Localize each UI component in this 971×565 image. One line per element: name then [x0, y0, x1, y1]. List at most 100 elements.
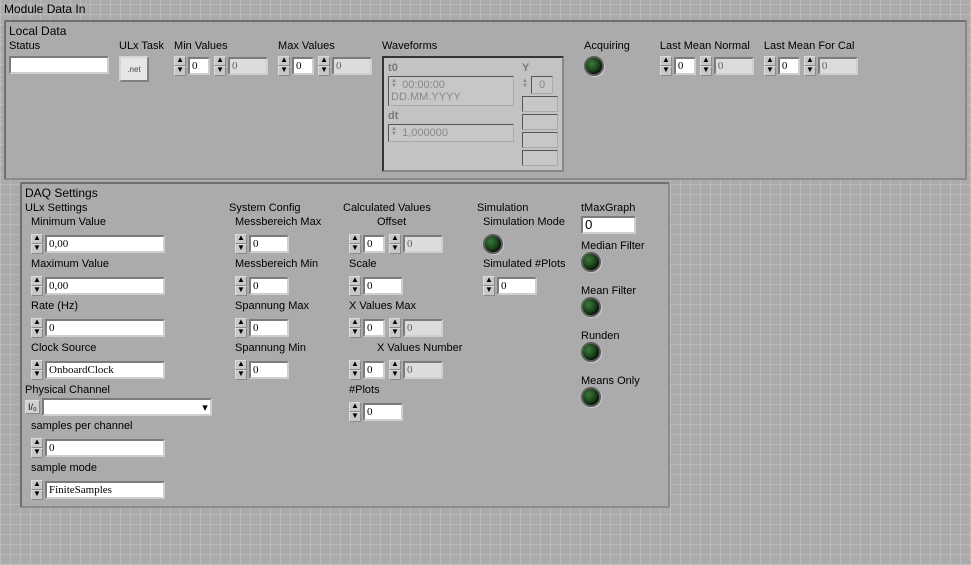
status-field[interactable]	[9, 56, 109, 74]
max-values-value[interactable]: ▲▼	[318, 56, 372, 76]
samples-per-channel-input[interactable]	[45, 439, 165, 457]
x-values-max-index[interactable]: ▲▼	[349, 318, 385, 338]
min-value-input[interactable]	[45, 235, 165, 253]
x-values-number-index-input[interactable]	[363, 361, 385, 379]
clock-source-label: Clock Source	[31, 342, 225, 354]
max-value-label: Maximum Value	[31, 258, 225, 270]
scale-field[interactable]: ▲▼	[349, 276, 473, 296]
median-filter-led[interactable]	[581, 252, 601, 272]
plots-label: #Plots	[349, 384, 473, 396]
min-value-field[interactable]: ▲▼	[31, 234, 225, 254]
y-value-3[interactable]	[522, 132, 558, 148]
median-filter-label: Median Filter	[581, 240, 645, 252]
chevron-down-icon: ▾	[202, 401, 208, 414]
min-values-index-input[interactable]	[188, 57, 210, 75]
messbereich-max-label: Messbereich Max	[235, 216, 339, 228]
sample-mode-field[interactable]: ▲▼	[31, 480, 225, 500]
messbereich-min-field[interactable]: ▲▼	[235, 276, 339, 296]
acquiring-label: Acquiring	[584, 40, 630, 52]
module-title: Module Data In	[0, 0, 971, 18]
spannung-max-input[interactable]	[249, 319, 289, 337]
x-values-number-value-input[interactable]	[403, 361, 443, 379]
simulation-mode-led[interactable]	[483, 234, 503, 254]
physical-channel-field[interactable]: I/₀ ▾	[25, 398, 225, 416]
max-value-input[interactable]	[45, 277, 165, 295]
messbereich-max-input[interactable]	[249, 235, 289, 253]
y-value-2[interactable]	[522, 114, 558, 130]
x-values-max-label: X Values Max	[349, 300, 473, 312]
simulation-mode-label: Simulation Mode	[483, 216, 577, 228]
min-values-value[interactable]: ▲▼	[214, 56, 268, 76]
mean-filter-led[interactable]	[581, 297, 601, 317]
offset-label: Offset	[349, 216, 473, 228]
x-values-number-index[interactable]: ▲▼	[349, 360, 385, 380]
messbereich-min-label: Messbereich Min	[235, 258, 339, 270]
messbereich-min-input[interactable]	[249, 277, 289, 295]
offset-index[interactable]: ▲▼	[349, 234, 385, 254]
last-mean-normal-index-input[interactable]	[674, 57, 696, 75]
messbereich-max-field[interactable]: ▲▼	[235, 234, 339, 254]
last-mean-cal-label: Last Mean For Cal	[764, 40, 858, 52]
waveforms-cluster: t0 ▲▼ 00:00:00 DD.MM.YYYY dt ▲▼ 1,000000	[382, 56, 564, 172]
samples-per-channel-label: samples per channel	[31, 420, 225, 432]
clock-source-input[interactable]	[45, 361, 165, 379]
local-data-frame: Local Data Status ULx Task .net Min Valu…	[4, 20, 967, 180]
runden-label: Runden	[581, 330, 620, 342]
means-only-led[interactable]	[581, 387, 601, 407]
ulx-task-label: ULx Task	[119, 40, 164, 52]
x-values-number-label: X Values Number	[349, 342, 473, 354]
sample-mode-input[interactable]	[45, 481, 165, 499]
max-values-index-input[interactable]	[292, 57, 314, 75]
rate-input[interactable]	[45, 319, 165, 337]
y-label: Y	[522, 62, 529, 74]
scale-input[interactable]	[363, 277, 403, 295]
acquiring-led	[584, 56, 604, 76]
plots-input[interactable]	[363, 403, 403, 421]
runden-led[interactable]	[581, 342, 601, 362]
scale-label: Scale	[349, 258, 473, 270]
dotnet-icon[interactable]: .net	[119, 56, 149, 82]
last-mean-cal-value[interactable]: ▲▼	[804, 56, 858, 76]
system-config-caption: System Config	[229, 202, 339, 214]
x-values-max-value-input[interactable]	[403, 319, 443, 337]
samples-per-channel-field[interactable]: ▲▼	[31, 438, 225, 458]
tmaxgraph-input[interactable]	[581, 216, 636, 234]
max-values-value-input[interactable]	[332, 57, 372, 75]
t0-label: t0	[388, 62, 398, 74]
last-mean-cal-value-input[interactable]	[818, 57, 858, 75]
spannung-min-field[interactable]: ▲▼	[235, 360, 339, 380]
x-values-max-index-input[interactable]	[363, 319, 385, 337]
last-mean-normal-value[interactable]: ▲▼	[700, 56, 754, 76]
x-values-number-value[interactable]: ▲▼	[389, 360, 443, 380]
y-value-4[interactable]	[522, 150, 558, 166]
offset-index-input[interactable]	[363, 235, 385, 253]
t0-field[interactable]: ▲▼ 00:00:00 DD.MM.YYYY	[388, 76, 514, 106]
y-value-0[interactable]: 0	[531, 76, 553, 94]
offset-value-input[interactable]	[403, 235, 443, 253]
spannung-max-field[interactable]: ▲▼	[235, 318, 339, 338]
y-value-1[interactable]	[522, 96, 558, 112]
min-value-label: Minimum Value	[31, 216, 225, 228]
daq-settings-caption: DAQ Settings	[25, 186, 665, 200]
physical-channel-label: Physical Channel	[25, 384, 225, 396]
simulated-plots-input[interactable]	[497, 277, 537, 295]
spannung-min-input[interactable]	[249, 361, 289, 379]
min-values-value-input[interactable]	[228, 57, 268, 75]
clock-source-field[interactable]: ▲▼	[31, 360, 225, 380]
simulated-plots-field[interactable]: ▲▼	[483, 276, 577, 296]
dt-field[interactable]: ▲▼ 1,000000	[388, 124, 514, 142]
status-label: Status	[9, 40, 109, 52]
offset-value[interactable]: ▲▼	[389, 234, 443, 254]
calculated-values-caption: Calculated Values	[343, 202, 473, 214]
plots-field[interactable]: ▲▼	[349, 402, 473, 422]
last-mean-normal-value-input[interactable]	[714, 57, 754, 75]
min-values-index[interactable]: ▲▼	[174, 56, 210, 76]
last-mean-normal-index[interactable]: ▲▼	[660, 56, 696, 76]
max-value-field[interactable]: ▲▼	[31, 276, 225, 296]
rate-field[interactable]: ▲▼	[31, 318, 225, 338]
x-values-max-value[interactable]: ▲▼	[389, 318, 443, 338]
waveforms-label: Waveforms	[382, 40, 564, 52]
max-values-index[interactable]: ▲▼	[278, 56, 314, 76]
last-mean-cal-index-input[interactable]	[778, 57, 800, 75]
last-mean-cal-index[interactable]: ▲▼	[764, 56, 800, 76]
